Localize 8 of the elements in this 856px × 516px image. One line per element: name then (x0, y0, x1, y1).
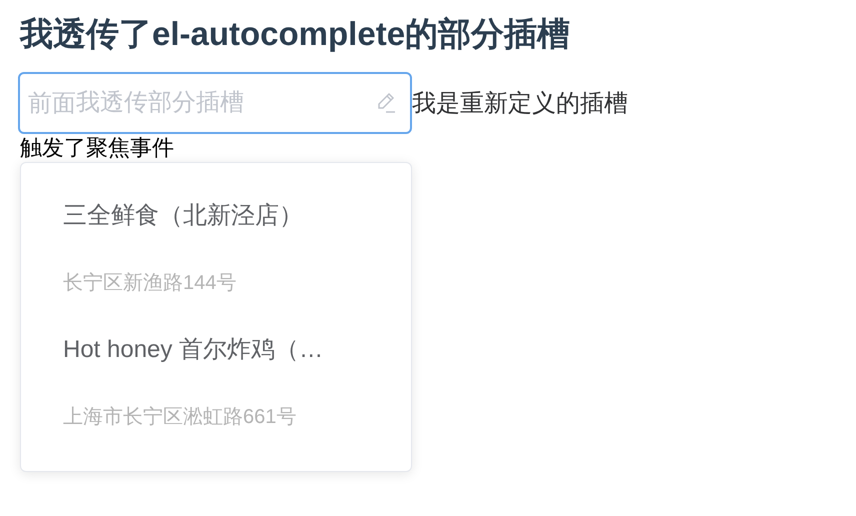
append-text: 我是重新定义的插槽 (412, 88, 628, 119)
status-text: 触发了聚焦事件 (20, 136, 174, 160)
suggestion-address: 上海市长宁区淞虹路661号 (63, 404, 296, 430)
suggestion-name[interactable]: Hot honey 首尔炸鸡（… (63, 314, 324, 385)
suggestion-address: 长宁区新渔路144号 (63, 270, 236, 296)
page-title: 我透传了el-autocomplete的部分插槽 (20, 14, 570, 54)
suggestion-name[interactable]: 三全鲜食（北新泾店） (63, 180, 303, 251)
prefix-text: 前面 (28, 88, 76, 119)
